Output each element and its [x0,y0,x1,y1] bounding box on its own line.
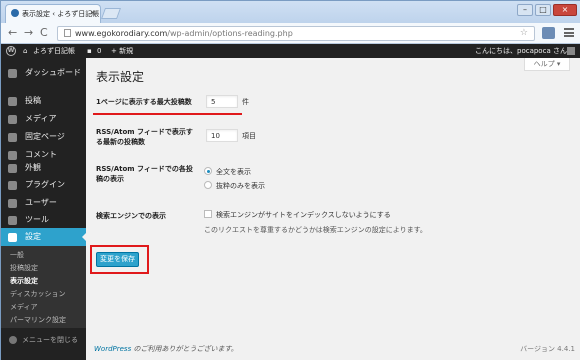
forward-icon[interactable]: → [24,27,33,39]
sidebar-item-pages[interactable]: 固定ページ [1,128,86,146]
user-greeting[interactable]: こんにちは、pocapoca さん! [475,46,570,56]
rss-count-label: RSS/Atom フィードで表示する最新の投稿数 [96,128,193,146]
rss-display-label: RSS/Atom フィードでの各投稿の表示 [96,165,193,183]
page-icon [64,29,71,37]
sidebar-item-label: ダッシュボード [25,68,81,77]
reload-icon[interactable]: C [40,27,48,39]
sidebar-item-label: 外観 [25,163,41,172]
minimize-button[interactable]: – [517,4,533,16]
tab-close-icon[interactable]: × [89,8,96,17]
dashboard-icon [8,69,17,78]
new-tab-button[interactable] [100,8,122,19]
tab-strip: 表示設定 ‹ よろず日記帳 — … × – □ × [1,1,580,23]
back-icon[interactable]: ← [8,27,17,39]
sidebar-item-plugins[interactable]: プラグイン [1,176,86,194]
posts-per-page-label: 1ページに表示する最大投稿数 [96,98,192,106]
new-content-link[interactable]: + 新規 [111,46,133,56]
rss-summary-option[interactable]: 抜粋のみを表示 [204,181,265,191]
rss-count-input[interactable]: 10 [206,129,238,142]
sidebar-item-label: ユーザー [25,198,57,207]
page-icon [8,133,17,142]
submenu-item-discussion[interactable]: ディスカッション [10,289,66,299]
submenu-item-general[interactable]: 一般 [10,250,24,260]
rss-full-label: 全文を表示 [216,168,251,176]
settings-icon [8,233,17,242]
sidebar-item-label: ツール [25,215,49,224]
user-icon [8,199,17,208]
pin-icon [8,97,17,106]
posts-per-page-input[interactable]: 5 [206,95,238,108]
browser-tab[interactable]: 表示設定 ‹ よろず日記帳 — … × [5,4,101,23]
submenu-item-media[interactable]: メディア [10,302,38,312]
sidebar-item-label: 固定ページ [25,132,65,141]
radio-button-checked[interactable] [204,167,212,175]
main-content: ヘルプ ▾ 表示設定 1ページに表示する最大投稿数 5 件 RSS/Atom フ… [86,58,580,360]
window-controls: – □ × [517,4,577,16]
help-tab[interactable]: ヘルプ ▾ [524,58,570,71]
sidebar-item-label: 投稿 [25,96,41,105]
footer-text: のご利用ありがとうございます。 [131,345,238,353]
sidebar-item-label: プラグイン [25,180,65,189]
sidebar-item-label: メディア [25,114,57,123]
sidebar-item-posts[interactable]: 投稿 [1,92,86,110]
close-window-button[interactable]: × [553,4,577,16]
rss-summary-label: 抜粋のみを表示 [216,182,265,190]
submenu-item-reading[interactable]: 表示設定 [10,276,38,286]
comments-count[interactable]: 0 [97,46,101,56]
collapse-arrow-icon [9,336,17,344]
comment-bubble-icon[interactable]: ▪ [87,46,92,56]
brush-icon [8,164,17,173]
wordpress-link[interactable]: WordPress [94,345,131,353]
site-name-link[interactable]: よろず日記帳 [33,46,75,56]
radio-button[interactable] [204,181,212,189]
annotation-box [90,245,149,274]
wp-admin-bar: W ⌂ よろず日記帳 ▪ 0 + 新規 こんにちは、pocapoca さん! [1,44,580,58]
wordpress-logo-icon[interactable]: W [6,46,16,56]
search-visibility-option[interactable]: 検索エンジンがサイトをインデックスしないようにする [204,210,391,220]
wrench-icon [8,216,17,225]
bookmark-star-icon[interactable]: ☆ [520,28,528,38]
url-host: www.egokorodiary.com [75,29,168,38]
admin-sidebar: ダッシュボード 投稿 メディア 固定ページ コメント 外観 プラグイン ユーザー… [1,58,86,360]
avatar[interactable] [567,47,575,55]
url-path: /wp-admin/options-reading.php [167,29,293,38]
search-visibility-description: このリクエストを尊重するかどうかは検索エンジンの設定によります。 [204,226,427,234]
plugin-icon [8,181,17,190]
collapse-label: メニューを閉じる [22,336,78,344]
sidebar-item-label: 設定 [25,232,41,241]
rss-full-option[interactable]: 全文を表示 [204,167,251,177]
favicon-icon [11,9,19,17]
sidebar-item-settings[interactable]: 設定 [1,228,86,246]
sidebar-item-label: コメント [25,150,57,159]
page-title: 表示設定 [96,70,145,84]
browser-window: 表示設定 ‹ よろず日記帳 — … × – □ × ← → C www.egok… [0,0,580,360]
search-visibility-label: 検索エンジンでの表示 [96,212,166,220]
settings-submenu: 一般 投稿設定 表示設定 ディスカッション メディア パーマリンク設定 [1,246,86,328]
annotation-underline [93,113,242,115]
sidebar-item-media[interactable]: メディア [1,110,86,128]
submenu-item-permalinks[interactable]: パーマリンク設定 [10,315,66,325]
browser-menu-icon[interactable] [564,28,574,37]
address-bar: ← → C www.egokorodiary.com/wp-admin/opti… [1,23,580,44]
checkbox[interactable] [204,210,212,218]
collapse-menu-button[interactable]: メニューを閉じる [1,332,86,348]
sidebar-item-dashboard[interactable]: ダッシュボード [1,64,86,82]
version-text: バージョン 4.4.1 [520,345,575,353]
media-icon [8,115,17,124]
extension-icon[interactable] [542,27,555,39]
search-visibility-checkbox-label: 検索エンジンがサイトをインデックスしないようにする [216,211,391,219]
sidebar-item-appearance[interactable]: 外観 [1,159,86,177]
footer-thanks: WordPress のご利用ありがとうございます。 [94,344,238,354]
sidebar-item-users[interactable]: ユーザー [1,194,86,212]
url-input[interactable]: www.egokorodiary.com/wp-admin/options-re… [57,26,535,41]
rss-count-unit: 項目 [242,132,256,140]
sidebar-item-tools[interactable]: ツール [1,211,86,229]
home-icon: ⌂ [23,47,28,55]
maximize-button[interactable]: □ [535,4,551,16]
posts-per-page-unit: 件 [242,98,249,106]
submenu-item-writing[interactable]: 投稿設定 [10,263,38,273]
